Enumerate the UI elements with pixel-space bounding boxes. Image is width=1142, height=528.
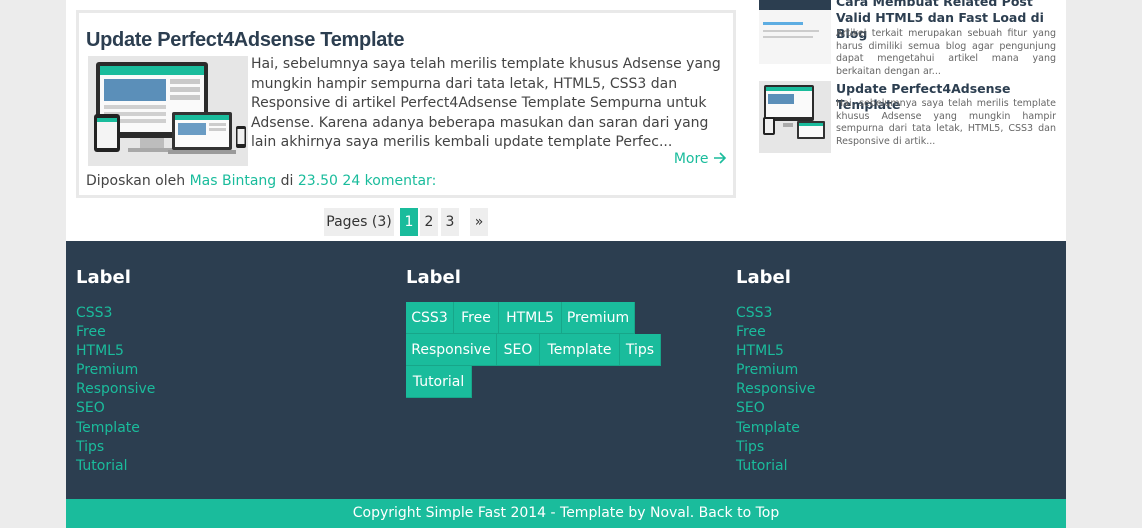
- tag-html5[interactable]: HTML5: [499, 302, 562, 334]
- more-link[interactable]: More: [674, 151, 727, 167]
- post-thumbnail-image: [88, 56, 248, 166]
- tag-responsive[interactable]: Responsive: [406, 334, 497, 366]
- list-item: Premium: [736, 359, 815, 378]
- more-label: More: [673, 151, 709, 167]
- list-item: Tutorial: [76, 455, 155, 474]
- list-item: Tips: [76, 436, 155, 455]
- widget-title: Label: [76, 267, 131, 288]
- label-link-css3[interactable]: CSS3: [736, 305, 772, 321]
- label-link-premium[interactable]: Premium: [736, 362, 798, 378]
- next-page-link[interactable]: »: [470, 208, 488, 236]
- sidebar-post: Cara Membuat Related Post Valid HTML5 da…: [759, 0, 1056, 78]
- list-item: SEO: [76, 397, 155, 416]
- label-link-seo[interactable]: SEO: [76, 400, 105, 416]
- list-item: SEO: [736, 397, 815, 416]
- list-item: HTML5: [736, 340, 815, 359]
- list-item: Responsive: [76, 378, 155, 397]
- author-link[interactable]: Mas Bintang: [190, 173, 277, 189]
- sidebar-thumbnail-image: [759, 81, 831, 153]
- sidebar-post-snippet: Artikel terkait merupakan sebuah fitur y…: [836, 28, 1056, 77]
- label-link-tips[interactable]: Tips: [76, 439, 104, 455]
- meta-at: di: [280, 173, 294, 189]
- label-link-tips[interactable]: Tips: [736, 439, 764, 455]
- meta-prefix: Diposkan oleh: [86, 173, 186, 189]
- widget-title: Label: [736, 267, 791, 288]
- page-2-link[interactable]: 2: [420, 208, 438, 236]
- widget-title: Label: [406, 267, 461, 288]
- page: Update Perfect4Adsense Template Hai, seb…: [66, 0, 1066, 528]
- arrow-right-icon: [714, 152, 727, 164]
- label-link-template[interactable]: Template: [736, 420, 800, 436]
- list-item: Tips: [736, 436, 815, 455]
- label-link-free[interactable]: Free: [76, 324, 106, 340]
- tag-css3[interactable]: CSS3: [406, 302, 454, 334]
- tag-premium[interactable]: Premium: [562, 302, 635, 334]
- label-link-responsive[interactable]: Responsive: [736, 381, 815, 397]
- list-item: Template: [76, 417, 155, 436]
- list-item: HTML5: [76, 340, 155, 359]
- tag-seo[interactable]: SEO: [497, 334, 540, 366]
- list-item: CSS3: [736, 302, 815, 321]
- tag-tips[interactable]: Tips: [620, 334, 661, 366]
- list-item: Free: [76, 321, 155, 340]
- list-item: Tutorial: [736, 455, 815, 474]
- list-item: Template: [736, 417, 815, 436]
- label-link-responsive[interactable]: Responsive: [76, 381, 155, 397]
- post-meta: Diposkan oleh Mas Bintang di 23.50 24 ko…: [86, 173, 436, 189]
- label-link-seo[interactable]: SEO: [736, 400, 765, 416]
- label-link-tutorial[interactable]: Tutorial: [736, 458, 787, 474]
- sidebar-post-snippet: Hai, sebelumnya saya telah merilis templ…: [836, 98, 1056, 147]
- post-title[interactable]: Update Perfect4Adsense Template: [86, 29, 405, 52]
- tag-tutorial[interactable]: Tutorial: [406, 366, 472, 398]
- copyright-text: Copyright Simple Fast 2014 - Template by…: [352, 505, 780, 521]
- post-card: Update Perfect4Adsense Template Hai, seb…: [76, 10, 736, 198]
- tag-template[interactable]: Template: [540, 334, 620, 366]
- label-link-css3[interactable]: CSS3: [76, 305, 112, 321]
- pages-count: Pages (3): [324, 208, 394, 236]
- label-link-free[interactable]: Free: [736, 324, 766, 340]
- label-link-template[interactable]: Template: [76, 420, 140, 436]
- list-item: Responsive: [736, 378, 815, 397]
- sidebar-thumbnail-image: [759, 0, 831, 64]
- label-link-html5[interactable]: HTML5: [736, 343, 784, 359]
- sidebar-post: Update Perfect4Adsense Template Hai, seb…: [759, 81, 1056, 156]
- label-link-premium[interactable]: Premium: [76, 362, 138, 378]
- post-time-link[interactable]: 23.50: [298, 173, 338, 189]
- comments-link[interactable]: 24 komentar:: [342, 173, 436, 189]
- footer: Label CSS3 Free HTML5 Premium Responsive…: [66, 241, 1066, 499]
- page-3-link[interactable]: 3: [441, 208, 459, 236]
- list-item: Free: [736, 321, 815, 340]
- tag-free[interactable]: Free: [454, 302, 499, 334]
- label-list: CSS3 Free HTML5 Premium Responsive SEO T…: [736, 302, 815, 474]
- post-excerpt: Hai, sebelumnya saya telah merilis templ…: [251, 56, 721, 150]
- label-link-html5[interactable]: HTML5: [76, 343, 124, 359]
- list-item: CSS3: [76, 302, 155, 321]
- list-item: Premium: [76, 359, 155, 378]
- copyright-bar[interactable]: Copyright Simple Fast 2014 - Template by…: [66, 499, 1066, 528]
- label-list: CSS3 Free HTML5 Premium Responsive SEO T…: [76, 302, 155, 474]
- sidebar-post-thumbnail[interactable]: [759, 0, 831, 64]
- post-thumbnail[interactable]: [88, 56, 248, 166]
- page-1-link[interactable]: 1: [400, 208, 418, 236]
- sidebar-post-thumbnail[interactable]: [759, 81, 831, 153]
- label-link-tutorial[interactable]: Tutorial: [76, 458, 127, 474]
